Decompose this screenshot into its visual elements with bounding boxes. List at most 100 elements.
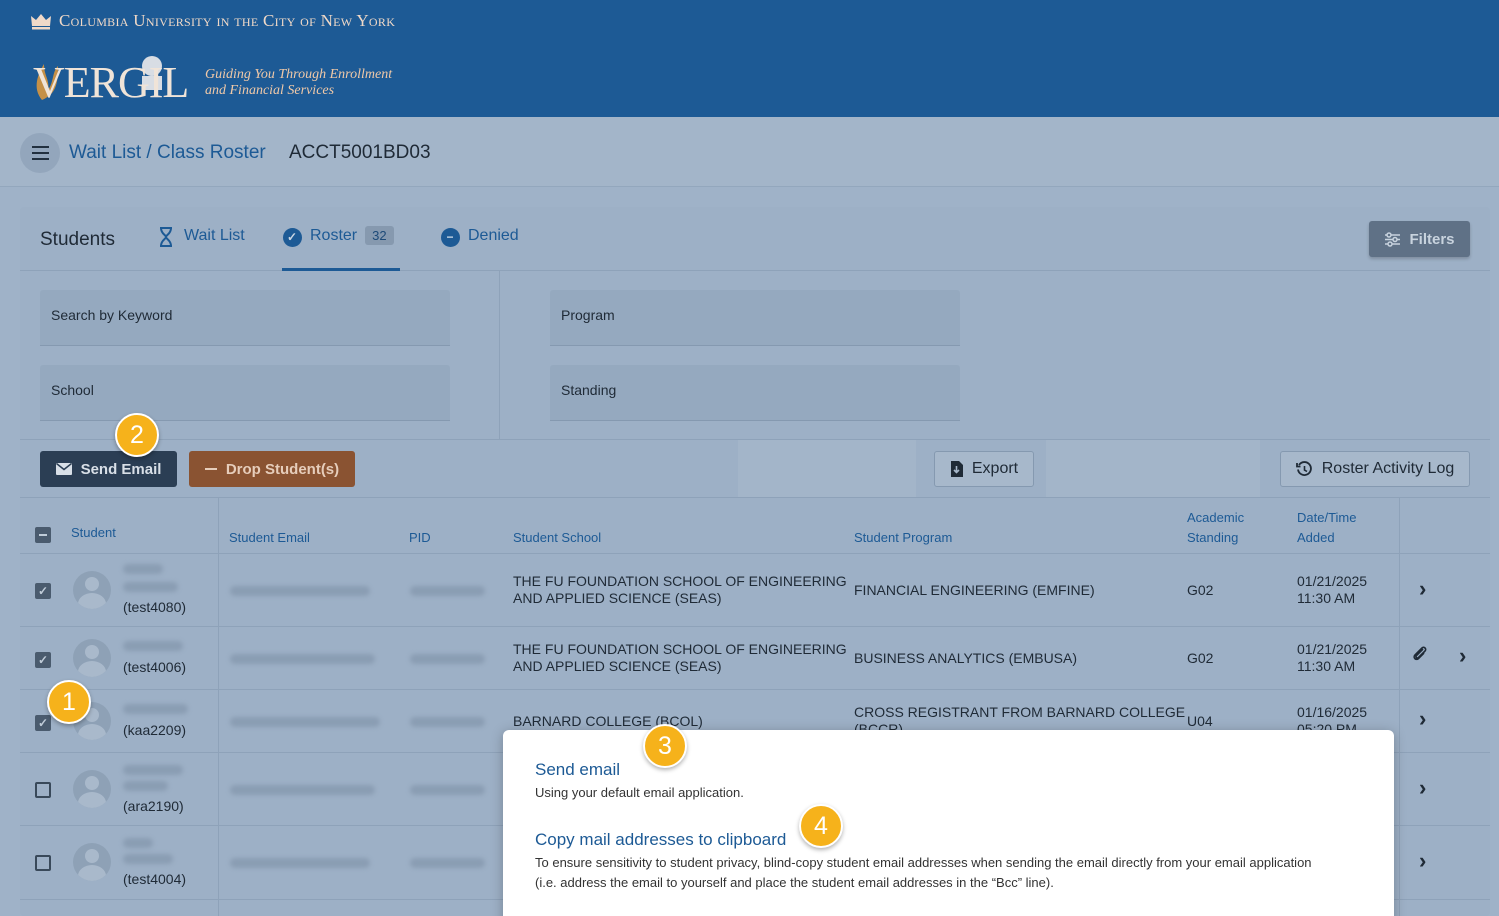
chevron-right-icon[interactable]: › — [1459, 643, 1466, 669]
crown-icon — [31, 14, 51, 30]
step-marker-1: 1 — [47, 680, 91, 724]
send-email-button[interactable]: Send Email — [40, 451, 177, 487]
row-checkbox[interactable]: ✓ — [35, 715, 51, 731]
indeterminate-icon — [39, 534, 47, 536]
added-date: 01/21/2025 — [1297, 641, 1368, 657]
send-email-menu: Send email Using your default email appl… — [503, 730, 1394, 916]
filter-divider — [499, 271, 500, 440]
filters-button[interactable]: Filters — [1369, 221, 1470, 257]
send-email-description: Using your default email application. — [535, 785, 744, 800]
hamburger-menu-button[interactable] — [20, 133, 60, 173]
step-marker-3: 3 — [643, 724, 687, 768]
university-name: Columbia University in the City of New Y… — [59, 11, 396, 30]
select-all-checkbox[interactable] — [35, 527, 51, 543]
standing-select[interactable]: Standing — [550, 365, 960, 421]
added-time: 11:30 AM — [1297, 658, 1356, 674]
send-email-option[interactable]: Send email — [535, 760, 620, 780]
header-added[interactable]: Date/Time Added — [1297, 508, 1356, 548]
row-checkbox[interactable]: ✓ — [35, 583, 51, 599]
header-pid[interactable]: PID — [409, 528, 431, 548]
tab-denied-label: Denied — [468, 227, 519, 244]
roster-activity-log-button[interactable]: Roster Activity Log — [1280, 451, 1470, 487]
student-school: THE FU FOUNDATION SCHOOL OF ENGINEERING … — [513, 641, 847, 675]
redacted-pid — [410, 654, 485, 664]
school-line-1: THE FU FOUNDATION SCHOOL OF ENGINEERING — [513, 573, 847, 589]
chevron-right-icon[interactable]: › — [1419, 706, 1426, 732]
export-button[interactable]: Export — [934, 451, 1034, 487]
tagline: Guiding You Through Enrollment and Finan… — [205, 67, 392, 99]
student-uni: (test4080) — [123, 599, 187, 615]
step-marker-4: 4 — [799, 804, 843, 848]
avatar — [73, 843, 111, 881]
redacted-name — [123, 854, 173, 864]
school-line-2: AND APPLIED SCIENCE (SEAS) — [513, 590, 722, 606]
send-email-label: Send Email — [80, 460, 162, 478]
date-added: 01/21/2025 11:30 AM — [1297, 641, 1367, 675]
row-checkbox[interactable] — [35, 782, 51, 798]
header-added-line-1: Date/Time — [1297, 510, 1357, 525]
student-uni: (test4006) — [123, 659, 187, 675]
redacted-email — [230, 785, 375, 795]
redacted-pid — [410, 586, 485, 596]
redacted-email — [230, 586, 370, 596]
check-circle-icon: ✓ — [282, 227, 302, 247]
redacted-pid — [410, 858, 485, 868]
envelope-icon — [55, 463, 72, 475]
header-program[interactable]: Student Program — [854, 528, 952, 548]
avatar — [73, 571, 111, 609]
keyword-search-field[interactable]: Search by Keyword — [40, 290, 450, 346]
tab-wait-list[interactable]: Wait List — [156, 227, 245, 271]
logo-text: VERGIL — [33, 58, 189, 107]
table-row[interactable]: ✓ (test4006) THE FU FOUNDATION SCHOOL OF… — [20, 627, 1490, 690]
minus-icon — [204, 468, 217, 470]
table-row[interactable]: ✓ (test4080) THE FU FOUNDATION SCHOOL OF… — [20, 554, 1490, 627]
school-line-2: AND APPLIED SCIENCE (SEAS) — [513, 658, 722, 674]
paperclip-icon[interactable] — [1412, 645, 1428, 668]
academic-standing: G02 — [1187, 582, 1214, 598]
breadcrumb-link[interactable]: Wait List / Class Roster — [69, 142, 266, 164]
redacted-email — [230, 654, 375, 664]
header-email[interactable]: Student Email — [229, 528, 310, 548]
added-date: 01/16/2025 — [1297, 704, 1368, 720]
header-school[interactable]: Student School — [513, 528, 601, 548]
row-checkbox[interactable] — [35, 855, 51, 871]
program-line-1: CROSS REGISTRANT FROM BARNARD COLLEGE — [854, 704, 1186, 720]
chevron-right-icon[interactable]: › — [1419, 848, 1426, 874]
step-marker-2: 2 — [115, 413, 159, 457]
file-download-icon — [950, 461, 963, 477]
header-standing-line-2: Standing — [1187, 530, 1239, 545]
student-uni: (ara2190) — [123, 798, 184, 814]
school-line-1: THE FU FOUNDATION SCHOOL OF ENGINEERING — [513, 641, 847, 657]
student-program: FINANCIAL ENGINEERING (EMFINE) — [854, 582, 1095, 598]
redacted-name — [123, 781, 168, 791]
redacted-name — [123, 564, 163, 574]
minus-circle-icon: − — [440, 227, 460, 247]
drop-students-button[interactable]: Drop Student(s) — [189, 451, 355, 487]
added-time: 11:30 AM — [1297, 590, 1356, 606]
tab-roster[interactable]: ✓ Roster 32 — [282, 226, 400, 271]
chevron-right-icon[interactable]: › — [1419, 576, 1426, 602]
table-header: Student Student Email PID Student School… — [20, 498, 1490, 554]
row-checkbox[interactable]: ✓ — [35, 652, 51, 668]
course-code: ACCT5001BD03 — [289, 142, 431, 163]
redacted-email — [230, 858, 370, 868]
copy-addresses-description: To ensure sensitivity to student privacy… — [535, 853, 1375, 893]
chevron-right-icon[interactable]: › — [1419, 775, 1426, 801]
tagline-line-1: Guiding You Through Enrollment — [205, 67, 393, 82]
copy-addresses-option[interactable]: Copy mail addresses to clipboard — [535, 830, 786, 850]
header-student[interactable]: Student — [71, 523, 116, 543]
sliders-icon — [1385, 231, 1401, 247]
redacted-name — [123, 582, 178, 592]
copy-description-line-2: (i.e. address the email to yourself and … — [535, 875, 1054, 890]
academic-standing: U04 — [1187, 713, 1213, 729]
avatar — [73, 770, 111, 808]
tab-denied[interactable]: − Denied — [440, 227, 519, 271]
academic-standing: G02 — [1187, 650, 1214, 666]
header-standing-line-1: Academic — [1187, 510, 1245, 525]
header-standing[interactable]: Academic Standing — [1187, 508, 1244, 548]
school-select[interactable]: School — [40, 365, 450, 421]
redacted-name — [123, 765, 183, 775]
program-select[interactable]: Program — [550, 290, 960, 346]
redacted-name — [123, 704, 188, 714]
date-added: 01/21/2025 11:30 AM — [1297, 573, 1367, 607]
